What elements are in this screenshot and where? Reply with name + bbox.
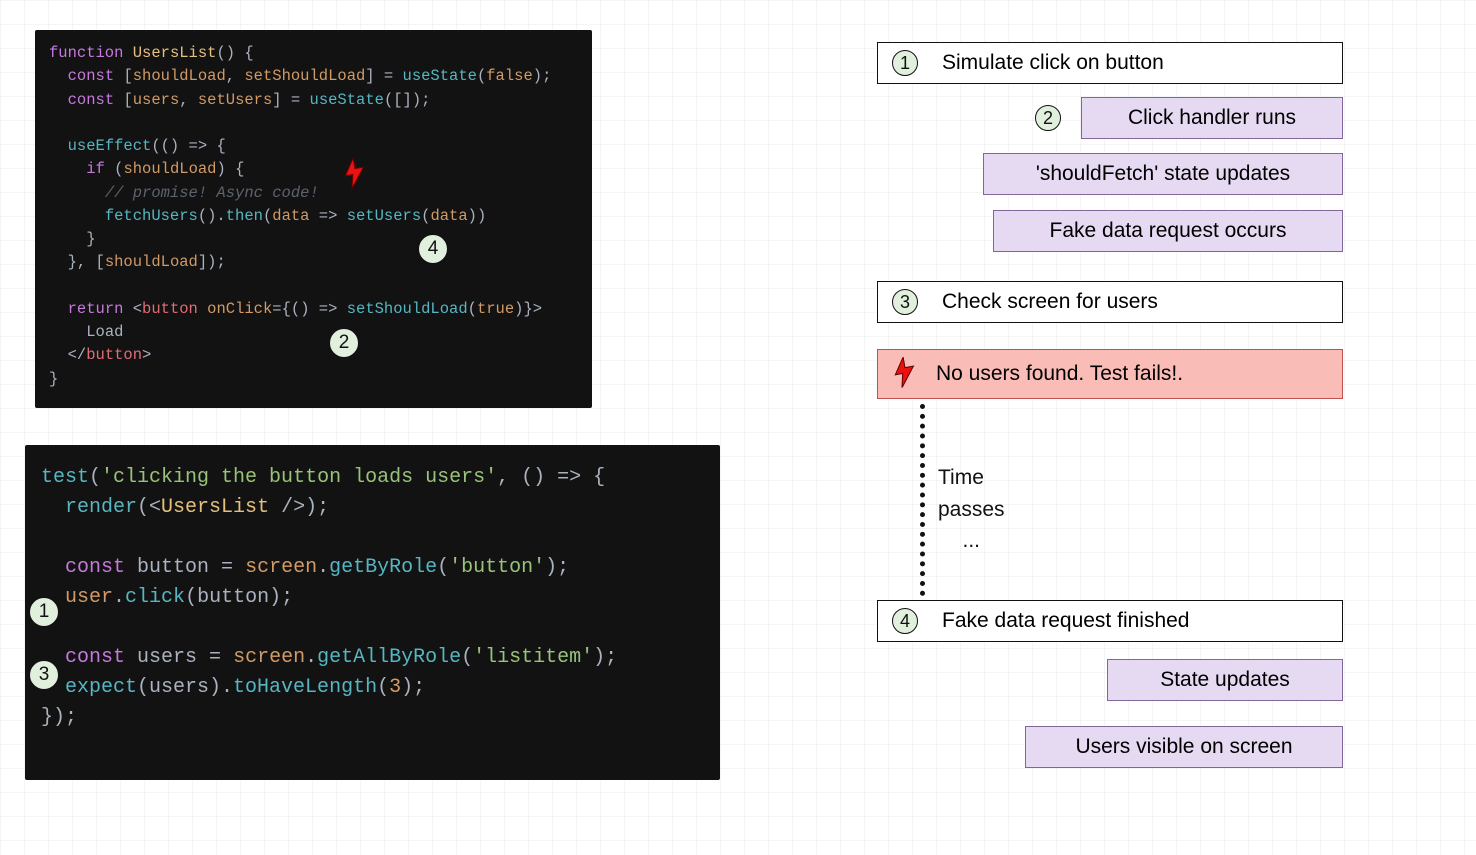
step-3-box: 3 Check screen for users <box>877 281 1343 323</box>
step-4-box: 4 Fake data request finished <box>877 600 1343 642</box>
step-2-num: 2 <box>1035 105 1061 131</box>
step-1-box: 1 Simulate click on button <box>877 42 1343 84</box>
step-2-text: Click handler runs <box>1128 106 1296 130</box>
step-4-num: 4 <box>892 608 918 634</box>
code-block-users-list: function UsersList() { const [shouldLoad… <box>35 30 592 408</box>
code-block-test: test('clicking the button loads users', … <box>25 445 720 780</box>
lightning-icon <box>889 355 921 393</box>
purple-fake-request: Fake data request occurs <box>993 210 1343 252</box>
step-1-text: Simulate click on button <box>942 51 1164 75</box>
step-3-num: 3 <box>892 289 918 315</box>
step-badge-4-code: 4 <box>418 234 448 264</box>
purple-should-fetch: 'shouldFetch' state updates <box>983 153 1343 195</box>
step-badge-3-code: 3 <box>29 660 59 690</box>
purple-users-visible: Users visible on screen <box>1025 726 1343 768</box>
error-box: No users found. Test fails!. <box>877 349 1343 399</box>
dotted-line <box>920 404 925 596</box>
step-2-box: 2 Click handler runs <box>1081 97 1343 139</box>
lightning-icon <box>339 156 371 194</box>
step-3-text: Check screen for users <box>942 290 1158 314</box>
time-passes-label: Time passes ... <box>938 462 1005 557</box>
step-1-num: 1 <box>892 50 918 76</box>
step-badge-1-code: 1 <box>29 597 59 627</box>
purple-state-updates: State updates <box>1107 659 1343 701</box>
error-text: No users found. Test fails!. <box>936 362 1183 386</box>
step-badge-2-code: 2 <box>329 328 359 358</box>
step-4-text: Fake data request finished <box>942 609 1190 633</box>
